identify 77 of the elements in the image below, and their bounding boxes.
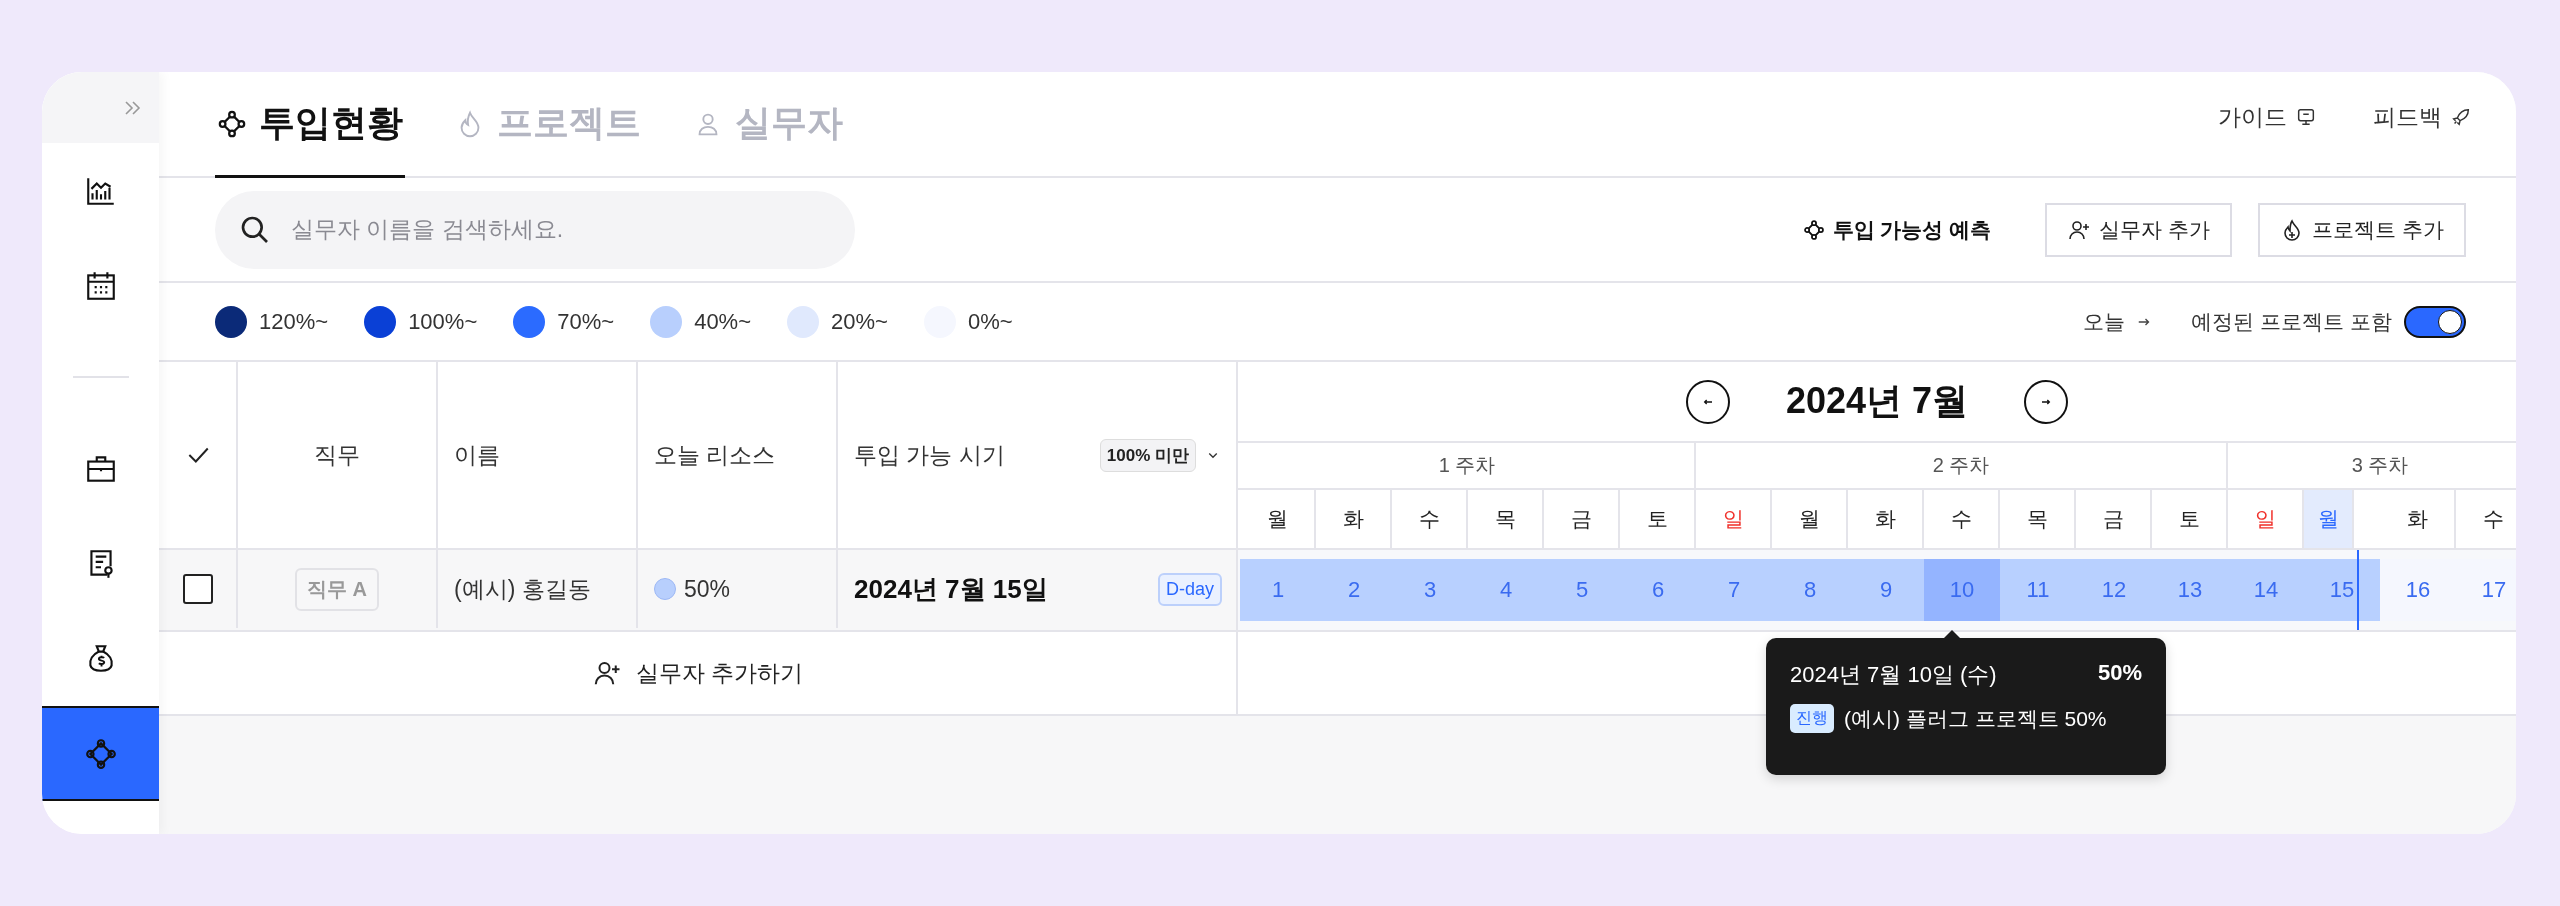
day-cell[interactable]: 15 — [2304, 559, 2380, 621]
day-cell[interactable]: 1 — [1240, 559, 1316, 621]
weekday-header: 화 — [2380, 490, 2456, 548]
legend-label: 100%~ — [408, 308, 478, 335]
toggle-switch[interactable] — [2404, 305, 2466, 338]
day-cell[interactable]: 14 — [2228, 559, 2304, 621]
weekday-header: 수 — [2456, 490, 2516, 548]
tooltip-total: 50% — [2097, 660, 2142, 687]
weekday-header: 수 — [1924, 490, 2000, 548]
legend-label: 70%~ — [557, 308, 615, 335]
column-header: 이름 — [454, 440, 500, 470]
tooltip-project: (예시) 플러그 프로젝트 50% — [1844, 705, 2107, 732]
guide-link[interactable]: 가이드 — [2218, 101, 2317, 133]
predict-button[interactable]: 투입 가능성 예측 — [1796, 214, 1998, 245]
weekday-header: 화 — [1848, 490, 1924, 548]
tab[interactable]: 실무자 — [691, 72, 845, 178]
day-cell[interactable]: 10 — [1924, 559, 2000, 621]
day-cell[interactable]: 8 — [1772, 559, 1848, 621]
legend-label: 40%~ — [694, 308, 752, 335]
week-label: 2 주차 — [1932, 453, 1990, 478]
role-tag: 직무 A — [295, 567, 379, 611]
resource-dot-icon — [654, 578, 676, 600]
previous-month-button[interactable] — [1685, 379, 1730, 424]
diamond-nav-item[interactable] — [42, 706, 159, 801]
diamond-icon — [1802, 218, 1825, 241]
feedback-link[interactable]: 피드백 — [2373, 101, 2472, 133]
month-title: 2024년 7월 — [1785, 379, 1969, 423]
legend-label: 20%~ — [831, 308, 888, 335]
row-checkbox[interactable] — [182, 574, 213, 604]
weekday-header: 일 — [1696, 490, 1772, 548]
weekday-header: 목 — [2000, 490, 2076, 548]
weekday-header: 토 — [1620, 490, 1696, 548]
column-header: 직무 — [314, 440, 360, 470]
rocket-icon — [2450, 106, 2472, 128]
add-worker-button[interactable]: 실무자 추가 — [2045, 202, 2233, 257]
toggle-label: 예정된 프로젝트 포함 — [2191, 308, 2392, 335]
legend-label: 0%~ — [967, 308, 1013, 335]
column-header: 오늘 리소스 — [654, 440, 776, 470]
table-cell-text: (예시) 홍길동 — [454, 574, 591, 604]
day-cell[interactable]: 4 — [1468, 559, 1544, 621]
day-cell[interactable]: 2 — [1316, 559, 1392, 621]
tab[interactable]: 프로젝트 — [453, 72, 643, 178]
weekday-header: 월 — [2304, 490, 2354, 548]
diamond-icon — [83, 736, 118, 771]
today-link[interactable]: 오늘 — [2083, 307, 2154, 336]
weekday-header: 금 — [1544, 490, 1620, 548]
tooltip-date: 2024년 7월 10일 (수) — [1790, 661, 1997, 689]
weekday-header: 월 — [1772, 490, 1848, 548]
next-month-button[interactable] — [2024, 379, 2069, 424]
day-cell[interactable]: 11 — [2000, 559, 2076, 621]
add-worker-row-button[interactable]: 실무자 추가하기 — [579, 649, 816, 697]
day-cell[interactable]: 6 — [1620, 559, 1696, 621]
weekday-header: 금 — [2076, 490, 2152, 548]
weekday-header: 수 — [1392, 490, 1468, 548]
status-tag: 진행 — [1790, 704, 1834, 733]
day-cell[interactable]: 9 — [1848, 559, 1924, 621]
search-field[interactable]: 실무자 이름을 검색하세요. — [215, 190, 855, 269]
week-label: 3 주차 — [2351, 453, 2409, 478]
day-cell[interactable]: 3 — [1392, 559, 1468, 621]
table-cell-text: 2024년 7월 15일 — [854, 572, 1048, 606]
monitor-icon — [2295, 106, 2317, 128]
column-header: 투입 가능 시기 — [854, 440, 1005, 470]
diamond-icon — [217, 108, 247, 139]
filter-badge[interactable]: 100% 미만 — [1099, 438, 1196, 472]
day-cell[interactable]: 7 — [1696, 559, 1772, 621]
day-cell[interactable]: 13 — [2152, 559, 2228, 621]
weekday-header: 토 — [2152, 490, 2228, 548]
add-project-button[interactable]: 프로젝트 추가 — [2258, 202, 2466, 257]
weekday-header: 목 — [1468, 490, 1544, 548]
weekday-header: 월 — [1240, 490, 1316, 548]
table-cell: 50% — [684, 575, 731, 603]
d-day-badge: D-day — [1158, 572, 1222, 606]
day-cell[interactable]: 5 — [1544, 559, 1620, 621]
week-label: 1 주차 — [1438, 453, 1496, 478]
day-cell[interactable]: 12 — [2076, 559, 2152, 621]
weekday-header: 화 — [1316, 490, 1392, 548]
legend-label: 120%~ — [259, 308, 329, 335]
